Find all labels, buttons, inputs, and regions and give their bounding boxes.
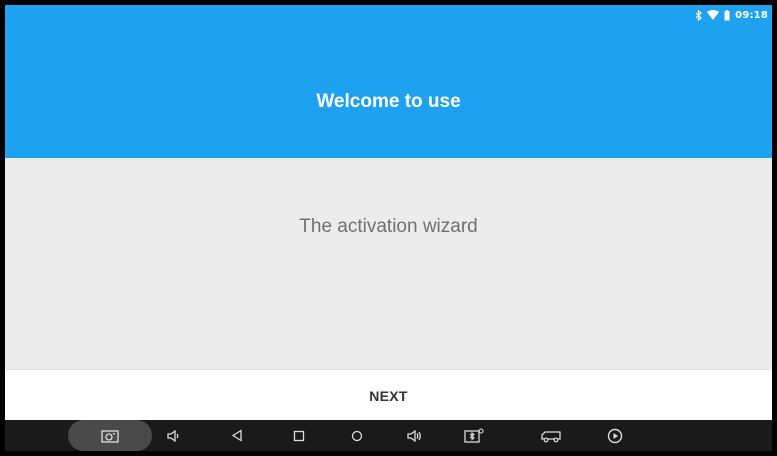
volume-down-icon[interactable]	[157, 420, 189, 451]
play-icon[interactable]	[599, 420, 631, 451]
status-bar: 09:18	[695, 6, 768, 24]
recents-icon[interactable]	[283, 420, 315, 451]
status-time: 09:18	[735, 9, 768, 21]
bluetooth-device-icon[interactable]	[458, 420, 490, 451]
content-area: The activation wizard	[5, 158, 772, 369]
screen: 09:18 Welcome to use The activation wiza…	[5, 5, 772, 451]
bluetooth-icon	[695, 9, 703, 21]
page-title: Welcome to use	[316, 91, 461, 112]
home-icon[interactable]	[341, 420, 373, 451]
screenshot-icon[interactable]	[94, 420, 126, 451]
volume-up-icon[interactable]	[398, 420, 430, 451]
header: 09:18 Welcome to use	[5, 5, 772, 158]
wifi-icon	[707, 10, 720, 20]
next-button[interactable]: NEXT	[5, 369, 772, 421]
back-icon[interactable]	[221, 420, 253, 451]
wizard-subtitle: The activation wizard	[299, 216, 478, 237]
next-button-label: NEXT	[369, 387, 408, 404]
navigation-bar	[5, 420, 772, 451]
vehicle-icon[interactable]	[535, 420, 567, 451]
battery-icon	[724, 9, 730, 21]
